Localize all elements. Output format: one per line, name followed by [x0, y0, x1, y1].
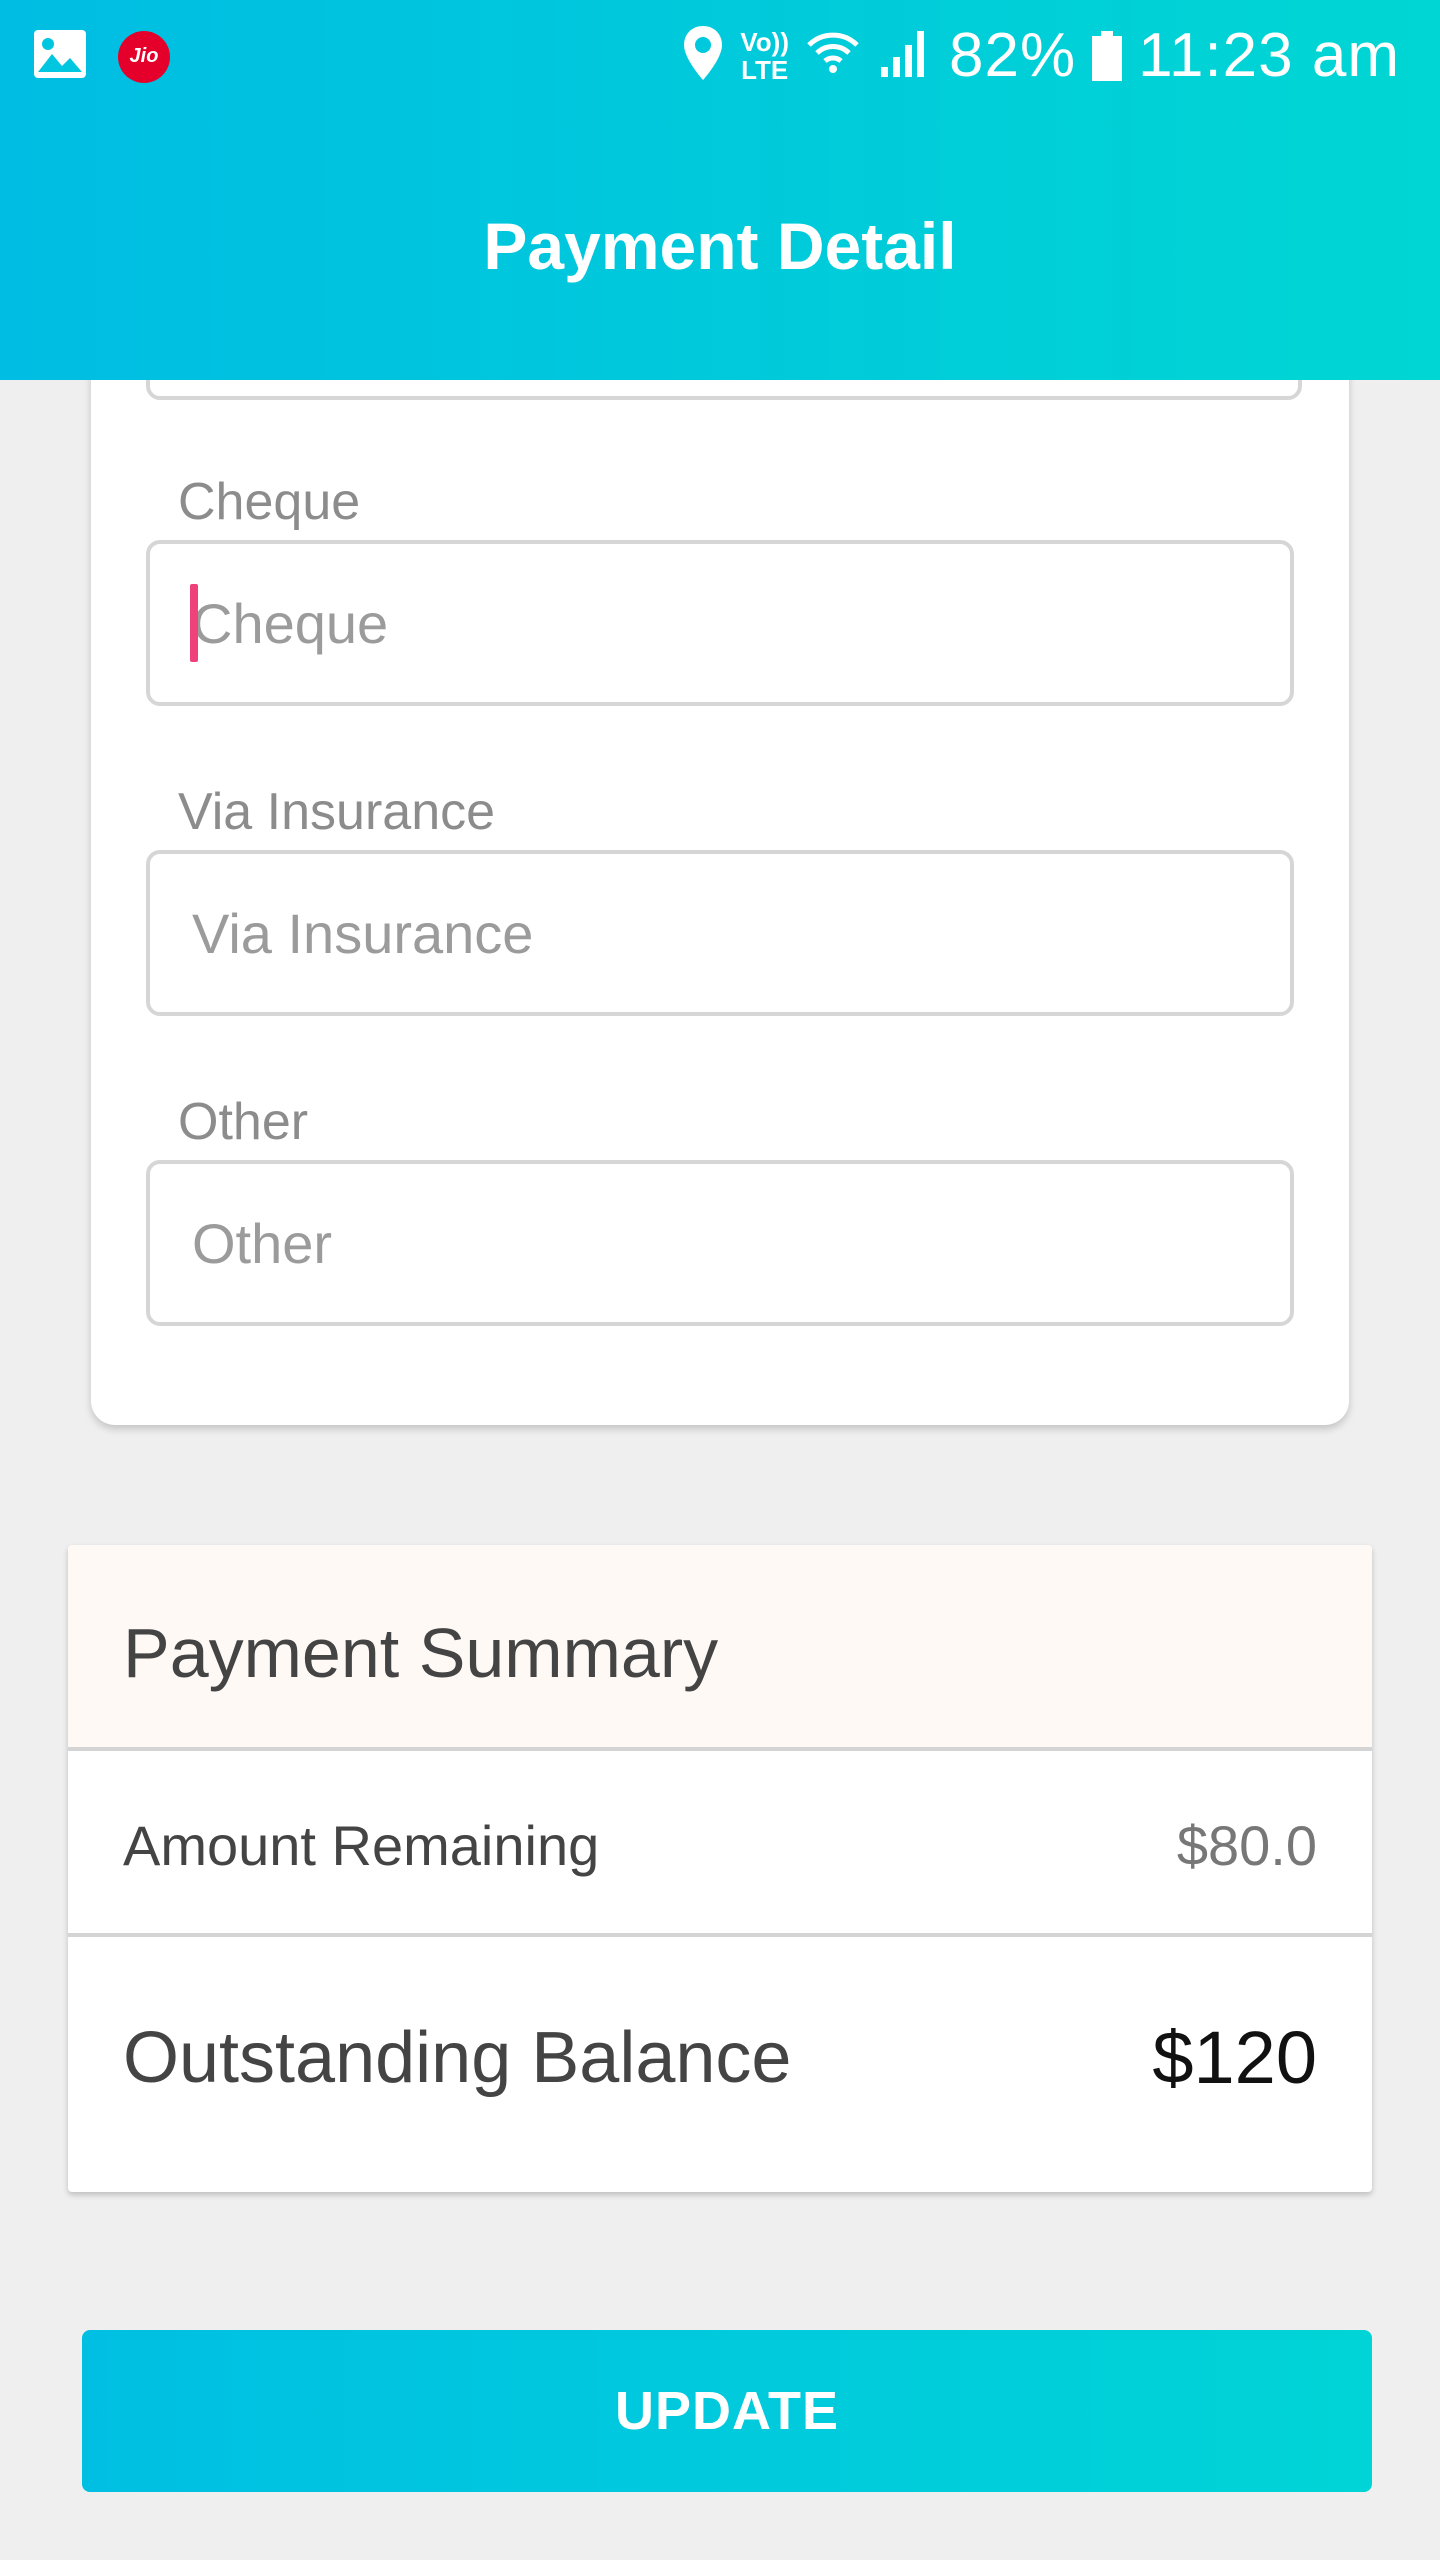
location-icon [682, 24, 724, 87]
summary-header: Payment Summary [68, 1545, 1372, 1751]
cheque-label: Cheque [178, 473, 361, 531]
battery-percent: 82% [949, 21, 1077, 90]
text-cursor [190, 584, 198, 662]
via-insurance-input[interactable] [146, 850, 1294, 1016]
wifi-icon [805, 25, 861, 86]
outstanding-balance-label: Outstanding Balance [123, 2018, 792, 2098]
amount-remaining-label: Amount Remaining [123, 1814, 600, 1877]
status-bar: Jio Vo)) LTE 82% 11:23 am [0, 0, 1440, 115]
outstanding-balance-value: $120 [1152, 2016, 1317, 2099]
signal-icon [877, 27, 933, 84]
clock: 11:23 am [1138, 21, 1400, 90]
update-button[interactable]: UPDATE [82, 2330, 1372, 2492]
via-insurance-label: Via Insurance [178, 783, 496, 841]
amount-remaining-value: $80.0 [1176, 1814, 1317, 1877]
app-header: Jio Vo)) LTE 82% 11:23 am Payment Detail [0, 0, 1440, 380]
gallery-icon [32, 28, 88, 85]
other-label: Other [178, 1093, 309, 1151]
amount-remaining-row: Amount Remaining $80.0 [68, 1751, 1372, 1937]
page-title: Payment Detail [483, 209, 957, 283]
outstanding-balance-row: Outstanding Balance $120 [68, 1937, 1372, 2192]
volte-icon: Vo)) LTE [740, 26, 789, 85]
cheque-input[interactable] [146, 540, 1294, 706]
summary-title: Payment Summary [123, 1614, 719, 1692]
battery-icon [1092, 30, 1123, 81]
jio-icon: Jio [118, 30, 170, 83]
payment-summary-card: Payment Summary Amount Remaining $80.0 O… [68, 1545, 1372, 2192]
other-input[interactable] [146, 1160, 1294, 1326]
